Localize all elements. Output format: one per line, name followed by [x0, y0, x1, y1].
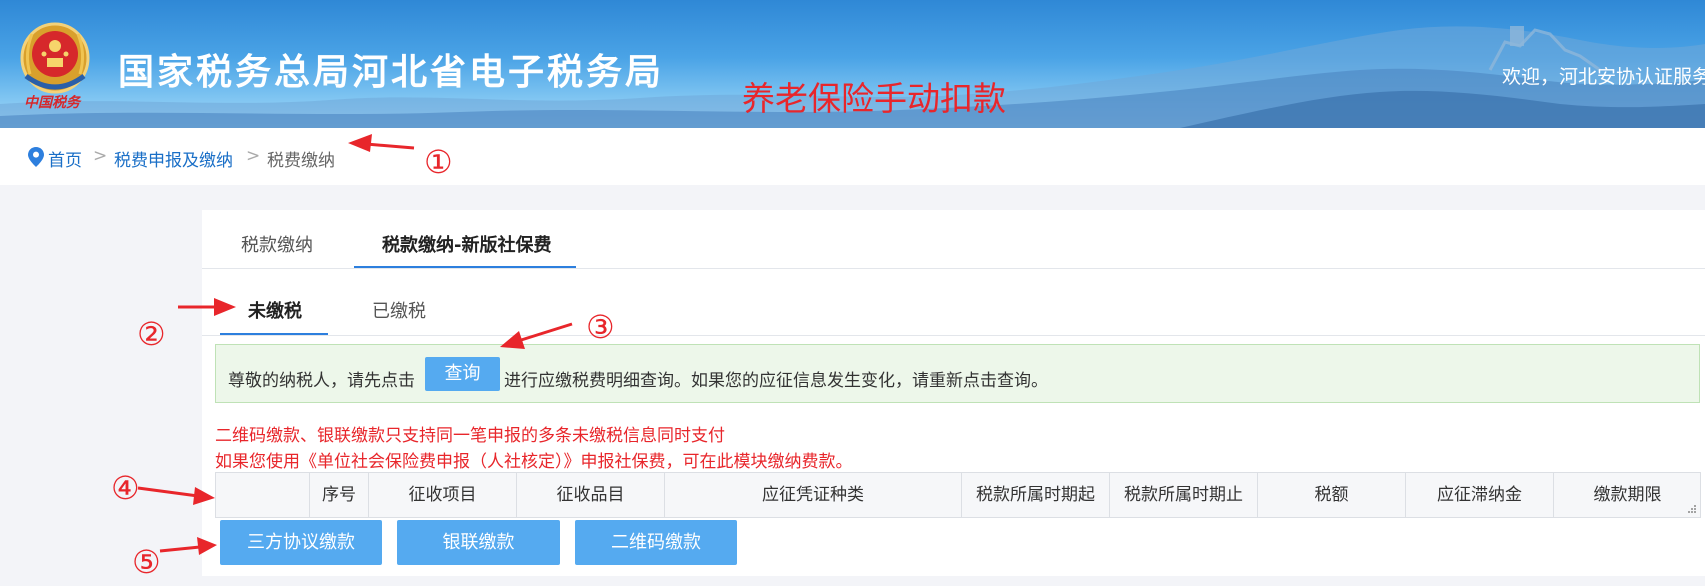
annotation-marker-3: ③: [586, 308, 615, 346]
annotation-marker-2: ②: [137, 315, 166, 353]
annotation-arrows: [137, 134, 573, 555]
annotation-marker-4: ④: [111, 469, 140, 507]
annotation-marker-1: ①: [424, 143, 453, 181]
annotation-marker-5: ⑤: [132, 543, 161, 581]
